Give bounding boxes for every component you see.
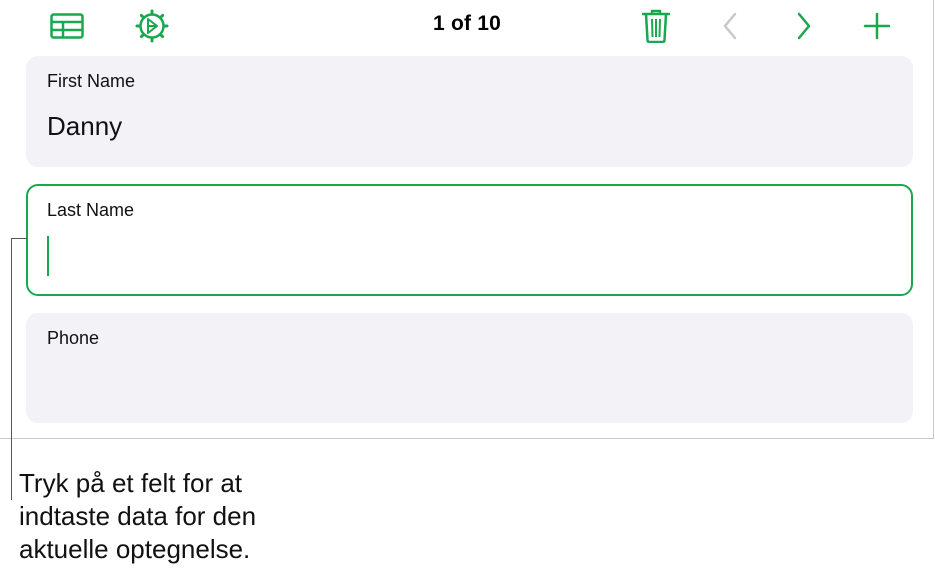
plus-icon: [863, 12, 891, 40]
toolbar: 1 of 10: [0, 0, 934, 52]
field-phone[interactable]: Phone: [26, 313, 913, 423]
field-last-name[interactable]: Last Name: [26, 184, 913, 296]
previous-record-button[interactable]: [710, 8, 750, 44]
callout-leader-tick: [11, 238, 27, 239]
field-label: Last Name: [47, 200, 135, 220]
chevron-right-icon: [797, 12, 811, 40]
chevron-left-icon: [723, 12, 737, 40]
field-label: First Name: [47, 71, 136, 91]
next-record-button[interactable]: [784, 8, 824, 44]
add-record-button[interactable]: [857, 8, 897, 44]
text-cursor: [47, 236, 49, 276]
last-name-input[interactable]: [53, 239, 873, 270]
callout-leader-line: [11, 238, 12, 500]
field-label: Phone: [47, 328, 100, 348]
field-first-name[interactable]: First Name: [26, 56, 913, 167]
delete-record-button[interactable]: [636, 8, 676, 44]
trash-icon: [642, 9, 670, 43]
record-form-screen: 1 of 10 First Name Danny Last Name Phone: [0, 0, 934, 439]
phone-input[interactable]: [47, 368, 867, 399]
callout-text: Tryk på et felt for at indtaste data for…: [19, 468, 257, 564]
first-name-input[interactable]: [47, 111, 867, 142]
